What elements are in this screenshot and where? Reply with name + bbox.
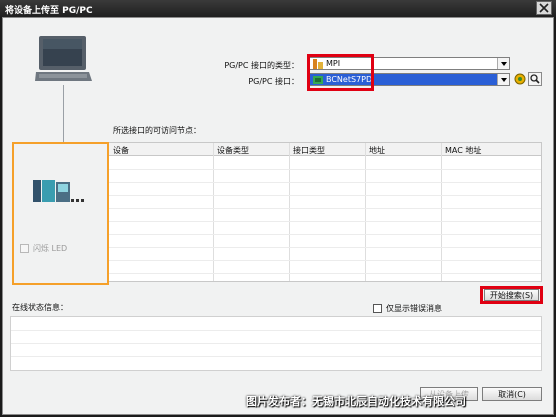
window-title: 将设备上传至 PG/PC: [5, 6, 93, 16]
row-divider: [11, 330, 541, 331]
connection-line: [63, 85, 64, 143]
row-divider: [109, 195, 541, 196]
column-header-mac-address[interactable]: MAC 地址: [445, 145, 481, 156]
row-divider: [109, 260, 541, 261]
row-divider: [109, 208, 541, 209]
flash-led-checkbox[interactable]: [20, 244, 29, 253]
title-bar: 将设备上传至 PG/PC: [0, 0, 556, 17]
properties-icon[interactable]: [514, 73, 526, 85]
row-divider: [109, 273, 541, 274]
column-header-interface-type[interactable]: 接口类型: [293, 145, 325, 156]
nodes-table: 设备 设备类型 接口类型 地址 MAC 地址: [108, 142, 542, 282]
show-errors-checkbox[interactable]: [373, 304, 382, 313]
online-status-box: [10, 316, 542, 371]
interface-port-label: PG/PC 接口：: [248, 77, 299, 86]
online-status-label: 在线状态信息：: [12, 303, 68, 312]
column-header-device[interactable]: 设备: [113, 145, 129, 156]
interface-type-label: PG/PC 接口的类型：: [224, 61, 299, 70]
chevron-down-icon[interactable]: [497, 58, 509, 69]
pg-pc-laptop-icon: [35, 36, 92, 81]
close-icon[interactable]: [536, 1, 552, 15]
column-header-device-type[interactable]: 设备类型: [217, 145, 249, 156]
column-header-address[interactable]: 地址: [369, 145, 385, 156]
row-divider: [109, 247, 541, 248]
chevron-down-icon[interactable]: [497, 74, 509, 85]
show-errors-label: 仅显示错误消息: [386, 304, 442, 313]
start-search-button[interactable]: 开始搜索(S): [484, 289, 539, 301]
row-divider: [11, 343, 541, 344]
publisher-watermark: 图片发布者：无锡市北辰自动化技术有限公司: [246, 395, 466, 408]
row-divider: [109, 169, 541, 170]
cancel-button[interactable]: 取消(C): [482, 387, 542, 401]
plc-device-icon: [33, 180, 84, 202]
target-device-frame: [12, 142, 109, 285]
row-divider: [109, 221, 541, 222]
search-icon[interactable]: [528, 72, 542, 86]
nodes-table-header: 设备 设备类型 接口类型 地址 MAC 地址: [109, 143, 541, 156]
nodes-caption: 所选接口的可访问节点：: [113, 126, 201, 135]
row-divider: [109, 234, 541, 235]
row-divider: [11, 356, 541, 357]
highlight-interface-box: [307, 54, 374, 91]
row-divider: [109, 182, 541, 183]
flash-led-label: 闪烁 LED: [33, 244, 68, 253]
